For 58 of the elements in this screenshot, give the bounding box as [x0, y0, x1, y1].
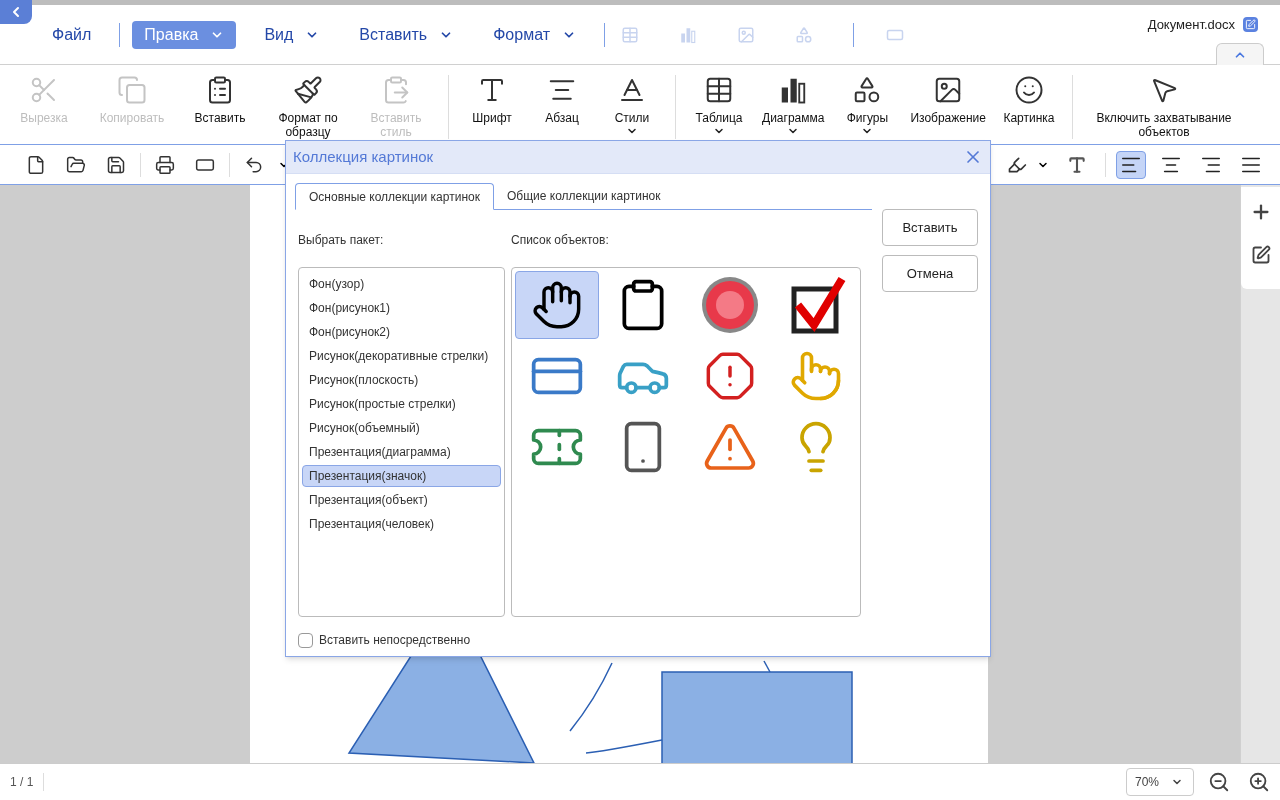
menu-tab[interactable]: Вставить — [347, 20, 466, 49]
menu-tab[interactable]: Вид — [252, 20, 332, 49]
shapes-icon — [795, 25, 813, 44]
dialog-button[interactable]: Отмена — [882, 255, 978, 292]
package-list-item[interactable]: Презентация(человек) — [302, 513, 501, 535]
package-list-item[interactable]: Презентация(диаграмма) — [302, 441, 501, 463]
package-list-item[interactable]: Презентация(объект) — [302, 489, 501, 511]
package-list-item[interactable]: Рисунок(простые стрелки) — [302, 393, 501, 415]
connector-line — [569, 662, 613, 732]
dialog-button[interactable]: Вставить — [882, 209, 978, 246]
package-list-item[interactable]: Фон(рисунок2) — [302, 321, 501, 343]
dialog-tab[interactable]: Общие коллекции картинок — [493, 183, 674, 209]
ribbon-button[interactable]: Абзац — [527, 75, 597, 125]
ribbon-button[interactable]: Включить захватывание объектов — [1081, 75, 1247, 139]
smiley-icon — [1014, 75, 1044, 105]
ribbon-button[interactable]: Шрифт — [457, 75, 527, 125]
table-icon — [704, 75, 734, 105]
dialog-tab[interactable]: Основные коллекции картинок — [295, 183, 494, 210]
push-button-icon — [699, 275, 760, 335]
package-list-item[interactable]: Рисунок(плоскость) — [302, 369, 501, 391]
objects-label: Список объектов: — [511, 232, 610, 249]
ribbon-button[interactable]: Фигуры — [832, 75, 903, 137]
package-list-item[interactable]: Фон(узор) — [302, 273, 501, 295]
edit-icon[interactable] — [1250, 245, 1271, 265]
align-left-icon[interactable] — [1116, 150, 1146, 179]
package-label: Выбрать пакет: — [298, 232, 385, 249]
table-icon — [621, 25, 639, 44]
zoom-in-icon[interactable] — [1248, 771, 1270, 793]
back-button[interactable] — [0, 0, 32, 24]
ribbon-button[interactable]: Вставить — [176, 75, 264, 125]
ribbon-button[interactable]: Картинка — [994, 75, 1064, 125]
clipart-item[interactable] — [515, 271, 599, 339]
page-counter: 1 / 1 — [0, 773, 45, 791]
font-color-icon[interactable] — [1067, 154, 1087, 175]
zoom-select[interactable]: 70% — [1126, 768, 1194, 796]
highlighter-icon[interactable] — [1007, 154, 1027, 175]
ribbon-button[interactable]: Формат по образцу — [264, 75, 352, 139]
image-icon — [737, 25, 755, 44]
menu-tab[interactable]: Файл — [40, 20, 104, 49]
checkbox-label: Вставить непосредственно — [319, 632, 471, 649]
document-title: Документ.docx — [1147, 16, 1235, 34]
package-list-item[interactable]: Рисунок(декоративные стрелки) — [302, 345, 501, 367]
bar-chart-icon — [679, 25, 697, 44]
package-list-item[interactable]: Рисунок(объемный) — [302, 417, 501, 439]
ribbon-button[interactable]: Изображение — [902, 75, 994, 125]
paintbrush-icon — [293, 75, 323, 105]
hand-icon — [531, 279, 583, 331]
dialog-title: Коллекция картинок — [293, 146, 434, 167]
package-list-item[interactable]: Презентация(значок) — [302, 465, 501, 487]
ribbon-button[interactable]: Таблица — [684, 75, 754, 137]
package-list-item[interactable]: Фон(рисунок1) — [302, 297, 501, 319]
checkbox[interactable] — [298, 632, 313, 648]
copy-icon — [117, 75, 147, 105]
ribbon-button[interactable]: Стили — [597, 75, 667, 137]
ribbon-button[interactable]: Диаграмма — [754, 75, 833, 137]
zoom-out-icon[interactable] — [1208, 771, 1230, 793]
connector-line — [763, 660, 771, 673]
menu-tab[interactable]: Формат — [481, 20, 588, 49]
